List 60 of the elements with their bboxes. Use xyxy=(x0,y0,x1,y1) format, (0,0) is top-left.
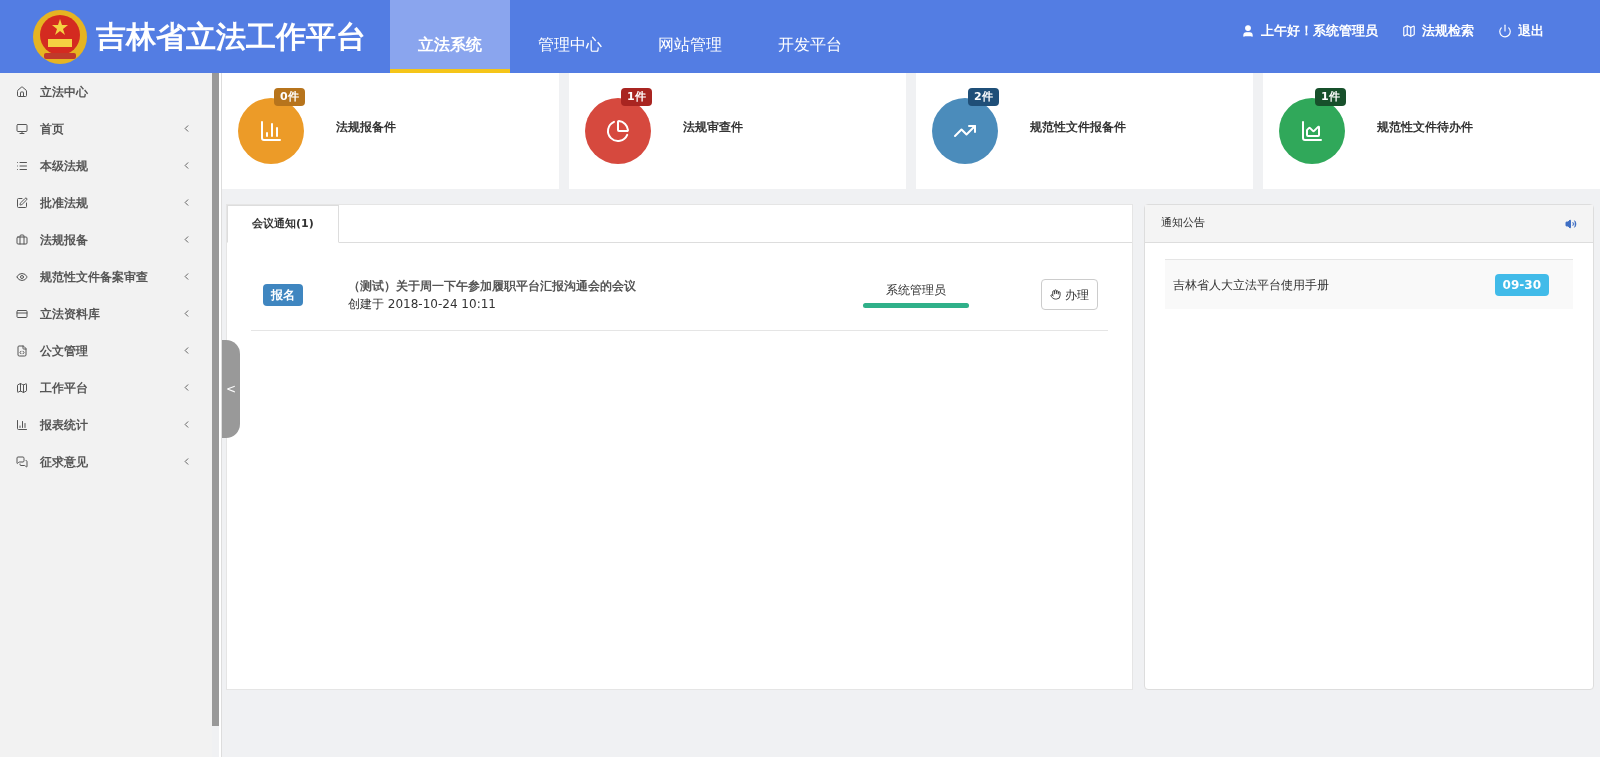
person-name: 系统管理员 xyxy=(886,282,946,299)
status-tag: 报名 xyxy=(263,283,303,306)
sidebar-item[interactable]: 法规报备 xyxy=(0,221,212,258)
briefcase-icon xyxy=(16,233,28,246)
sidebar-item[interactable]: 征求意见 xyxy=(0,443,212,480)
sidebar-item[interactable]: 立法资料库 xyxy=(0,295,212,332)
pie-chart-icon xyxy=(606,119,630,143)
tab[interactable]: 会议通知(1) xyxy=(227,205,339,243)
sidebar-item[interactable]: 本级法规 xyxy=(0,147,212,184)
speaker-icon xyxy=(1565,217,1577,230)
stat-card[interactable]: 2件 规范性文件报备件 xyxy=(916,73,1253,189)
date-badge: 09-30 xyxy=(1494,273,1549,296)
stat-label: 法规审查件 xyxy=(683,119,743,136)
list-icon xyxy=(16,159,28,172)
created-time: 创建于 2018-10-24 10:11 xyxy=(348,295,497,313)
stat-label: 规范性文件待办件 xyxy=(1377,119,1473,136)
count-badge: 1件 xyxy=(1315,88,1346,106)
header-link[interactable]: 退出 xyxy=(1498,20,1544,41)
nav-tab[interactable]: 开发平台 xyxy=(750,0,870,73)
edit-icon xyxy=(16,196,28,209)
header-link[interactable]: 上午好！系统管理员 xyxy=(1241,20,1378,41)
monitor-icon xyxy=(16,122,28,135)
map-icon xyxy=(16,381,28,394)
file-icon xyxy=(16,344,28,357)
sidebar-item[interactable]: 批准法规 xyxy=(0,184,212,221)
emblem-drawing xyxy=(32,8,88,65)
app-title: 吉林省立法工作平台 xyxy=(96,18,366,56)
sidebar-item[interactable]: 首页 xyxy=(0,110,212,147)
count-badge: 0件 xyxy=(274,88,305,106)
power-icon xyxy=(1498,23,1512,38)
meeting-title[interactable]: （测试）关于周一下午参加履职平台汇报沟通会的会议 xyxy=(348,276,828,295)
sidebar-item[interactable]: 立法中心 xyxy=(0,73,212,110)
bar-chart-icon xyxy=(259,119,283,143)
stat-card[interactable]: 0件 法规报备件 xyxy=(222,73,559,189)
notice-item[interactable]: 吉林省人大立法平台使用手册 09-30 xyxy=(1165,259,1573,309)
header-link[interactable]: 法规检索 xyxy=(1402,20,1474,41)
notice-title: 吉林省人大立法平台使用手册 xyxy=(1173,276,1329,294)
nav-tab[interactable]: 网站管理 xyxy=(630,0,750,73)
sidebar-item[interactable]: 报表统计 xyxy=(0,406,212,443)
stat-card[interactable]: 1件 法规审查件 xyxy=(569,73,906,189)
bar-chart-icon xyxy=(16,418,28,431)
user-icon xyxy=(1241,23,1255,38)
map-icon xyxy=(1402,23,1416,38)
hand-icon xyxy=(1050,289,1061,300)
area-chart-icon xyxy=(1300,119,1324,143)
nav-tab[interactable]: 管理中心 xyxy=(510,0,630,73)
handle-button[interactable]: 办理 xyxy=(1041,279,1098,310)
sidebar-item[interactable]: 规范性文件备案审查 xyxy=(0,258,212,295)
count-badge: 1件 xyxy=(621,88,652,106)
eye-icon xyxy=(16,270,28,283)
sidebar-item[interactable]: 公文管理 xyxy=(0,332,212,369)
count-badge: 2件 xyxy=(968,88,999,106)
stat-label: 法规报备件 xyxy=(336,119,396,136)
house-icon xyxy=(16,85,28,98)
stat-card[interactable]: 1件 规范性文件待办件 xyxy=(1263,73,1600,189)
card-icon xyxy=(16,307,28,320)
chat-bubbles-icon xyxy=(16,455,28,468)
stat-label: 规范性文件报备件 xyxy=(1030,119,1126,136)
sidebar-item[interactable]: 工作平台 xyxy=(0,369,212,406)
panel-title: 通知公告 xyxy=(1161,215,1205,232)
